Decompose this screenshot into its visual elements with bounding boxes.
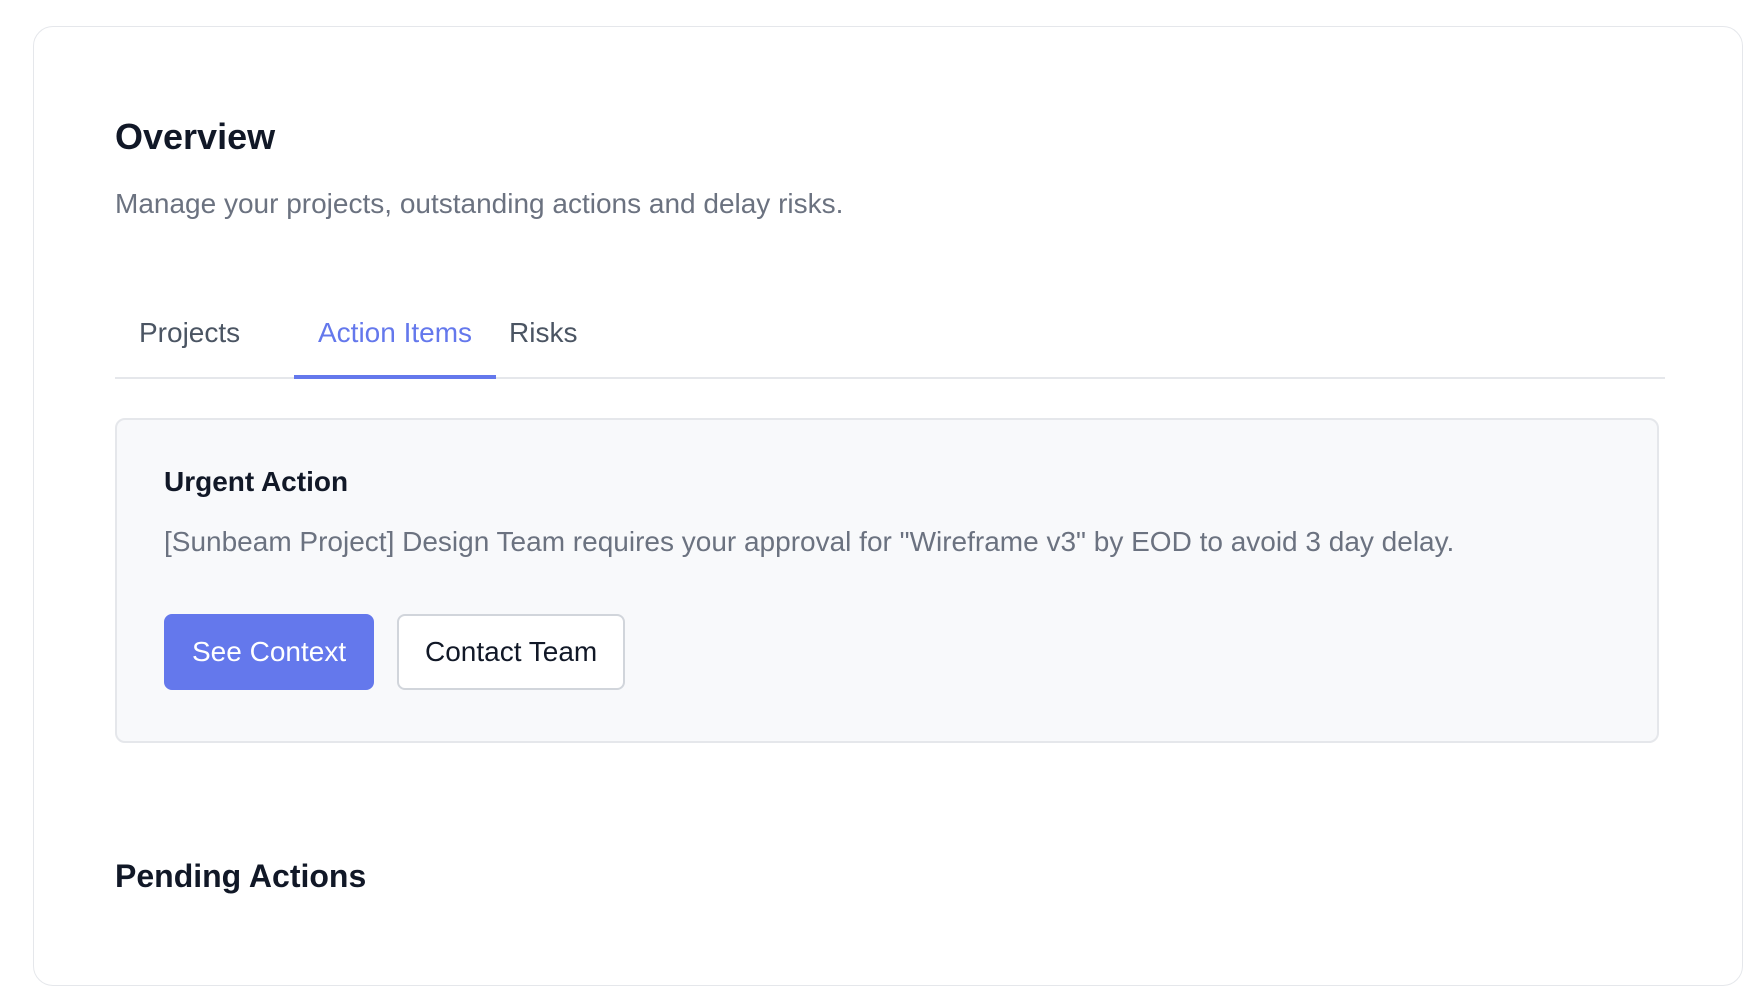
tab-action-items[interactable]: Action Items [294, 295, 497, 379]
urgent-action-panel: Urgent Action [Sunbeam Project] Design T… [115, 418, 1659, 743]
urgent-action-message: [Sunbeam Project] Design Team requires y… [164, 526, 1455, 557]
overview-card: Overview Manage your projects, outstandi… [33, 26, 1743, 986]
page-subtitle: Manage your projects, outstanding action… [115, 188, 844, 219]
tab-bar: Projects Action Items Risks [115, 295, 1665, 379]
pending-actions-heading: Pending Actions [115, 858, 367, 894]
see-context-button[interactable]: See Context [164, 614, 375, 690]
tab-risks[interactable]: Risks [485, 295, 601, 379]
page-title: Overview [115, 116, 276, 157]
contact-team-button[interactable]: Contact Team [397, 614, 626, 690]
tab-projects[interactable]: Projects [115, 295, 264, 379]
urgent-action-title: Urgent Action [164, 466, 349, 497]
